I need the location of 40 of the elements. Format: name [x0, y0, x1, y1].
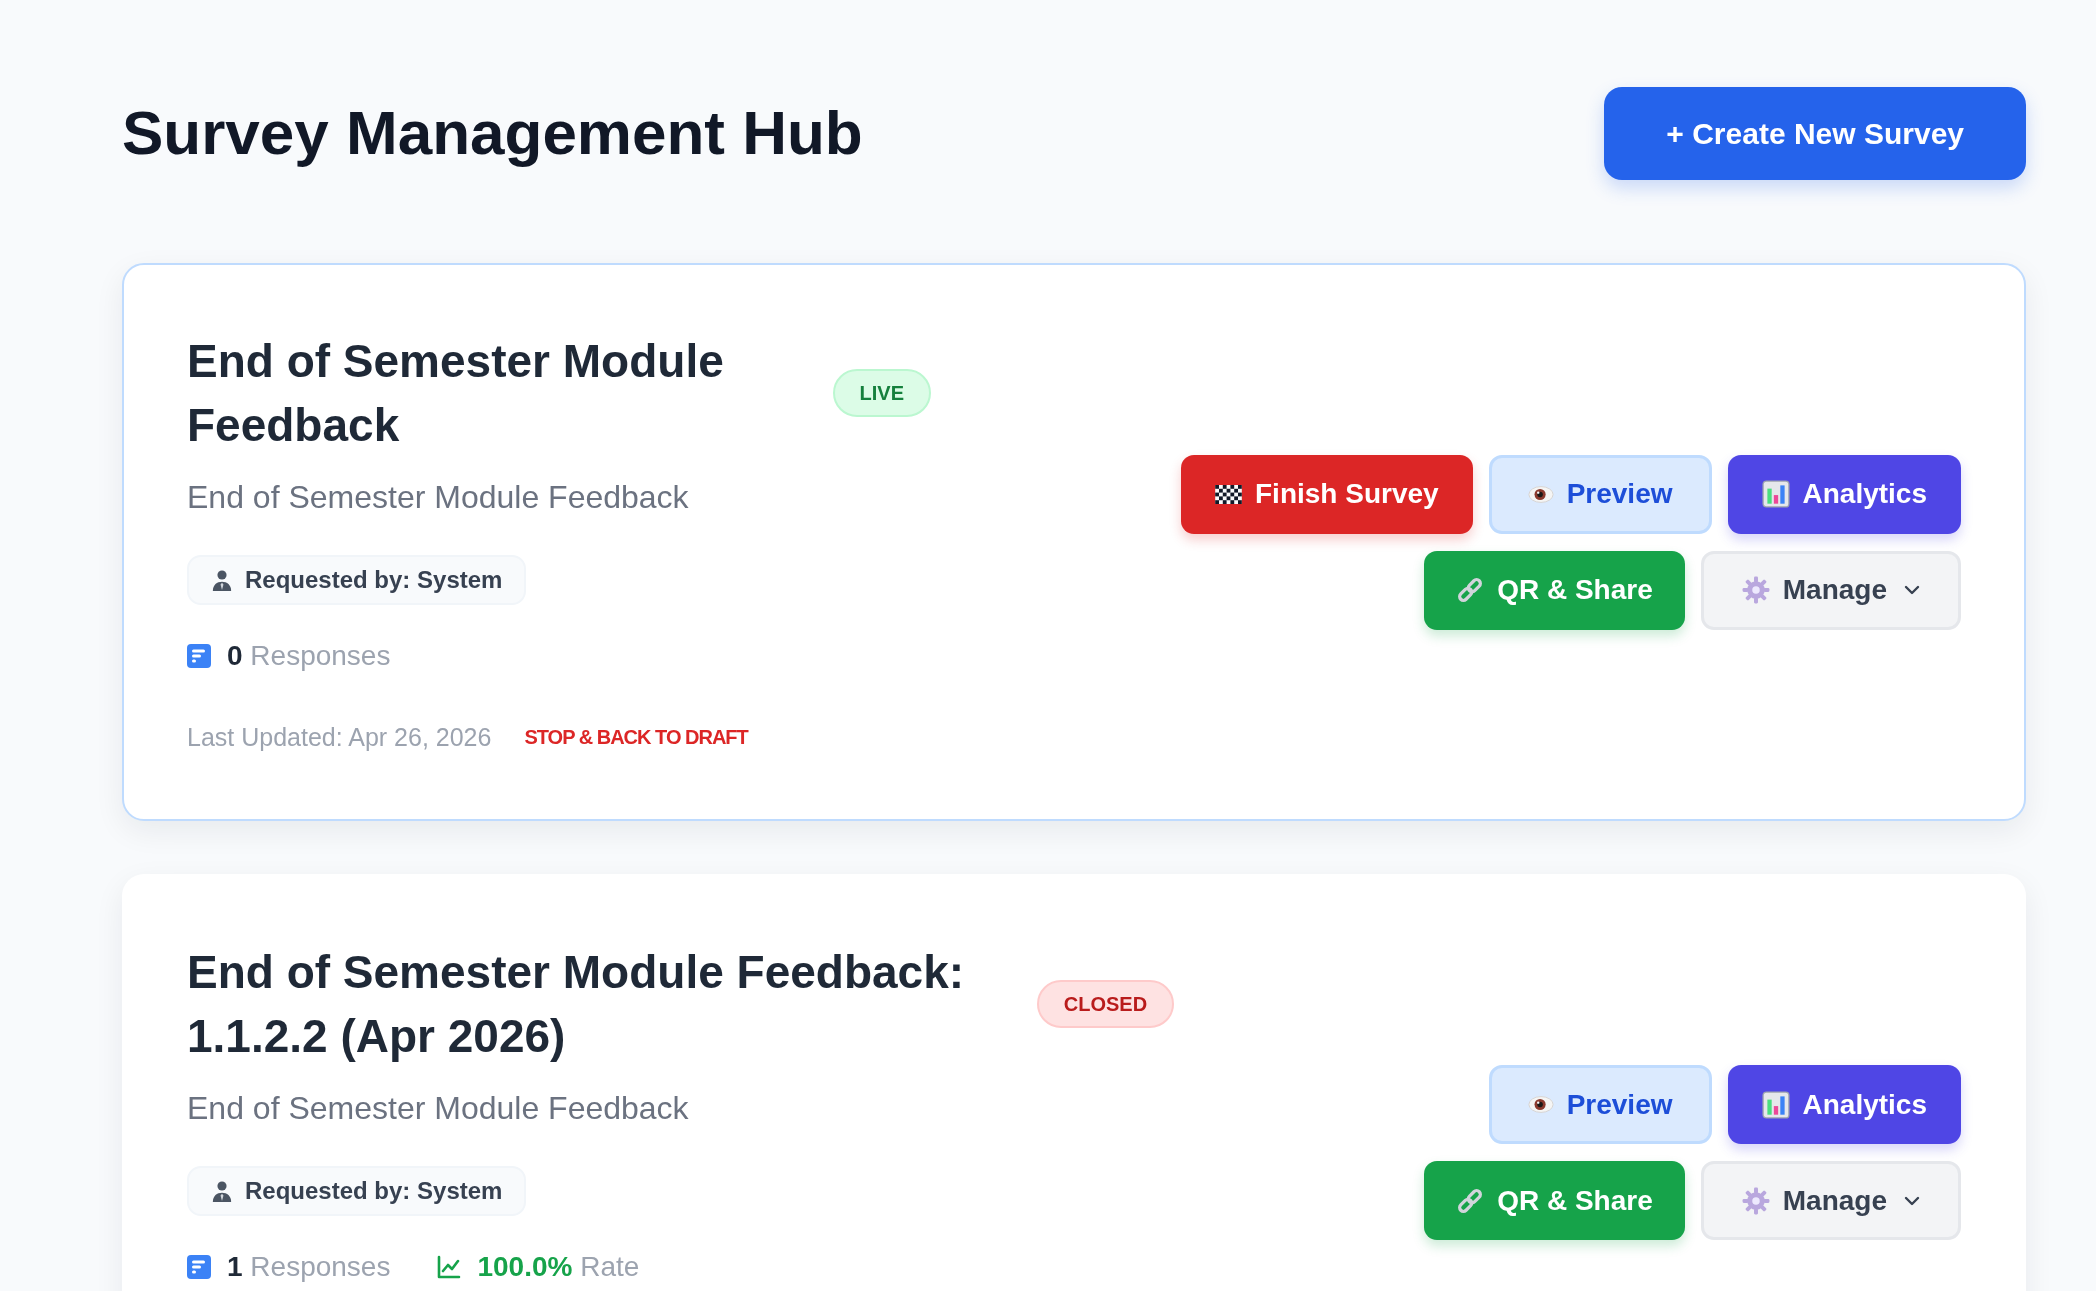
- checkered-flag-icon: [1215, 484, 1242, 504]
- analytics-button[interactable]: Analytics: [1727, 454, 1961, 534]
- survey-description: End of Semester Module Feedback: [187, 1089, 690, 1128]
- preview-button[interactable]: Preview: [1488, 454, 1712, 534]
- bar-chart-icon: [1761, 1090, 1790, 1119]
- status-badge: LIVE: [832, 369, 931, 417]
- status-badge: CLOSED: [1036, 980, 1175, 1028]
- line-chart-icon: [437, 1255, 462, 1279]
- create-survey-button[interactable]: + Create New Survey: [1604, 87, 2026, 180]
- preview-button[interactable]: Preview: [1488, 1065, 1712, 1144]
- person-icon: [211, 568, 233, 592]
- qr-share-button[interactable]: QR & Share: [1424, 550, 1685, 630]
- link-icon: [1456, 576, 1485, 604]
- page-title: Survey Management Hub: [122, 97, 863, 170]
- qr-share-button[interactable]: QR & Share: [1424, 1161, 1685, 1240]
- caret-icon: [1904, 585, 1920, 595]
- gear-icon: [1741, 576, 1770, 604]
- last-updated-text: Last Updated: Apr 26, 2026: [187, 722, 492, 753]
- survey-description: End of Semester Module Feedback: [187, 478, 690, 517]
- gear-icon: [1741, 1186, 1770, 1215]
- manage-button[interactable]: Manage: [1700, 550, 1961, 630]
- list-icon: [187, 1255, 211, 1279]
- eye-icon: [1527, 484, 1554, 504]
- responses-count: 1 Responses: [227, 1251, 391, 1283]
- responses-count: 0 Responses: [227, 640, 391, 672]
- response-rate: 100.0% Rate: [477, 1251, 640, 1283]
- survey-title: End of Semester Module Feedback: 1.1.2.2 (Apr 2026): [187, 945, 966, 1064]
- link-icon: [1456, 1186, 1485, 1215]
- requester-text: Requested by: System: [245, 1177, 503, 1205]
- manage-button[interactable]: Manage: [1700, 1161, 1961, 1240]
- bar-chart-icon: [1761, 480, 1790, 508]
- finish-survey-button[interactable]: Finish Survey: [1181, 454, 1473, 534]
- caret-icon: [1904, 1195, 1920, 1206]
- person-icon: [211, 1179, 233, 1203]
- stop-back-to-draft-link[interactable]: STOP & BACK TO DRAFT: [524, 720, 748, 755]
- list-icon: [187, 644, 211, 668]
- survey-title: End of Semester Module Feedback: [187, 334, 725, 453]
- eye-icon: [1527, 1095, 1554, 1114]
- analytics-button[interactable]: Analytics: [1727, 1065, 1961, 1144]
- requester-text: Requested by: System: [245, 566, 503, 594]
